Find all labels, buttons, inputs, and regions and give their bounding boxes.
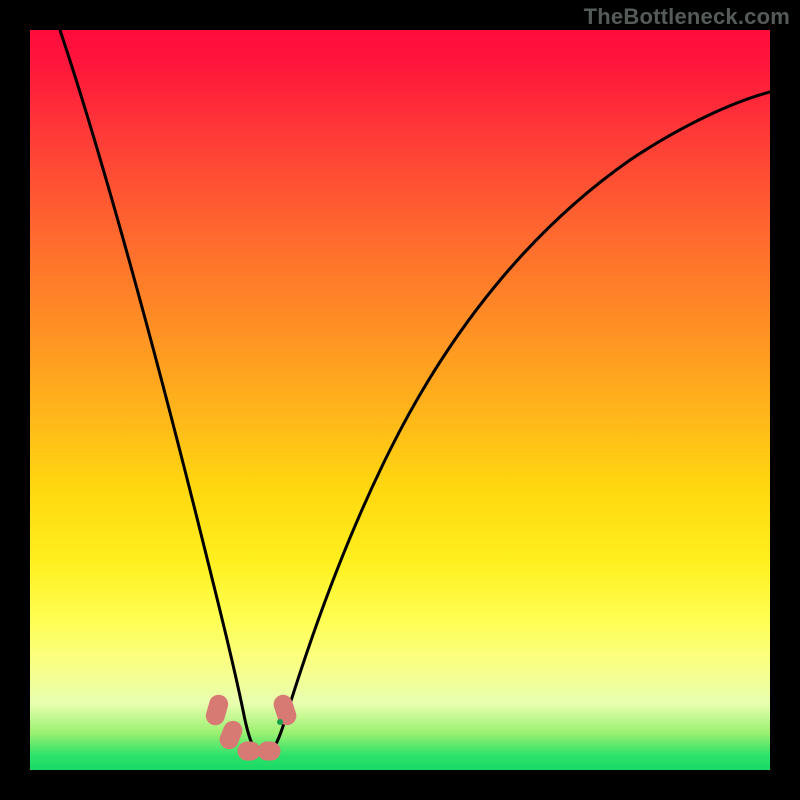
curve-green-dot	[277, 719, 283, 725]
marker-right-shoulder	[272, 693, 298, 727]
marker-left-shoulder-top	[204, 693, 230, 727]
watermark-text: TheBottleneck.com	[584, 4, 790, 30]
bottleneck-curve-svg	[30, 30, 770, 770]
chart-plot-area	[30, 30, 770, 770]
bottleneck-curve-path	[60, 30, 770, 756]
marker-valley-right	[258, 742, 280, 760]
marker-valley-left	[238, 742, 260, 760]
